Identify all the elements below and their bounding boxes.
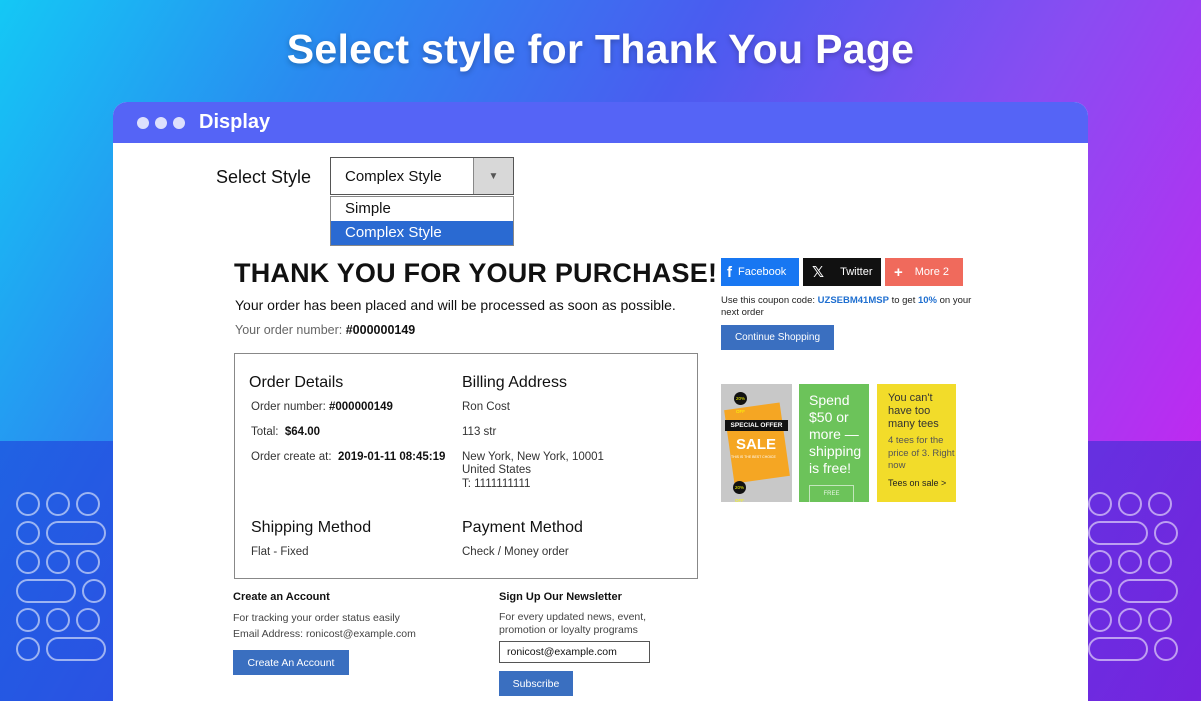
decorative-pattern-right [1088, 492, 1183, 666]
create-account-heading: Create an Account [233, 591, 330, 603]
x-logo-icon: 𝕏 [812, 264, 825, 281]
create-account-line2: Email Address: ronicost@example.com [233, 628, 416, 640]
order-details-heading: Order Details [249, 374, 344, 391]
billing-address-heading: Billing Address [462, 374, 567, 391]
create-account-line1: For tracking your order status easily [233, 612, 400, 624]
free-shipping-ad[interactable]: Spend $50 or more — shipping is free! FR… [799, 384, 869, 502]
decorative-pattern-left [16, 492, 111, 666]
thank-you-subtitle: Your order has been placed and will be p… [235, 297, 676, 313]
ad2-footer: FREE SHIPPING [809, 485, 854, 502]
select-style-label: Select Style [216, 167, 312, 187]
ad3-subtitle: 4 tees for the price of 3. Right now [888, 435, 955, 471]
more-share-button[interactable]: + More 2 [885, 258, 963, 286]
order-details-box: Order Details Order number: #000000149 T… [234, 353, 698, 579]
thank-you-title: THANK YOU FOR YOUR PURCHASE! [234, 258, 718, 288]
tees-sale-ad[interactable]: You can't have too many tees 4 tees for … [877, 384, 956, 502]
style-options-list: Simple Complex Style [330, 196, 514, 246]
window-dots [137, 116, 185, 129]
order-details-number: Order number: #000000149 [251, 401, 393, 413]
order-details-total: Total: $64.00 [251, 426, 321, 438]
order-number-label: Your order number: [235, 323, 343, 337]
order-details-created: Order create at: 2019-01-11 08:45:19 [251, 451, 446, 463]
display-window: Display Select Style Complex Style ▼ Sim… [113, 102, 1088, 701]
facebook-label: Facebook [738, 266, 787, 278]
window-title: Display [199, 111, 271, 133]
window-titlebar: Display [113, 102, 1088, 143]
shipping-method-heading: Shipping Method [251, 519, 372, 536]
more-label: More 2 [914, 266, 950, 278]
coupon-text: Use this coupon code: UZSEBM41MSP to get… [721, 295, 972, 318]
ad3-title: You can't have too many tees [888, 392, 939, 430]
ad-sale: SALE [736, 436, 777, 453]
order-number-value: #000000149 [345, 323, 416, 337]
continue-shopping-button[interactable]: Continue Shopping [721, 325, 834, 350]
payment-method-value: Check / Money order [462, 546, 569, 558]
payment-method-heading: Payment Method [462, 519, 583, 536]
coupon-percent: 10% [917, 295, 937, 306]
ad-special-offer: SPECIAL OFFER [725, 420, 788, 431]
billing-street: 113 str [462, 426, 497, 438]
plus-icon: + [894, 263, 903, 281]
display-content: Select Style Complex Style ▼ Simple Comp… [113, 143, 1088, 701]
billing-phone: T: 1111111111 [462, 478, 531, 490]
create-account-button[interactable]: Create An Account [233, 650, 349, 675]
ad3-cta: Tees on sale > [888, 477, 947, 488]
ad-badge-bottom: 20% OFF [733, 481, 746, 502]
billing-city: New York, New York, 10001 [462, 451, 604, 463]
chevron-down-icon[interactable]: ▼ [473, 158, 513, 194]
ad-badge-top: 20% OFF [734, 392, 747, 414]
billing-country: United States [462, 464, 532, 476]
ad2-text: Spend $50 or more — shipping is free! [809, 392, 862, 476]
special-offer-ad[interactable]: 20% OFF SPECIAL OFFER SALE THIS IS THE B… [721, 384, 792, 502]
newsletter-email-field[interactable]: ronicost@example.com [499, 641, 650, 663]
facebook-share-button[interactable]: f Facebook [721, 258, 799, 286]
coupon-code: UZSEBM41MSP [817, 295, 889, 306]
style-select-value: Complex Style [345, 167, 442, 185]
subscribe-button[interactable]: Subscribe [499, 671, 573, 696]
page-headline: Select style for Thank You Page [286, 26, 915, 72]
twitter-label: Twitter [840, 266, 873, 278]
ad-tagline: THIS IS THE BEST CHOICE [731, 455, 776, 459]
style-option-complex[interactable]: Complex Style [331, 221, 513, 245]
newsletter-line2: promotion or loyalty programs [499, 624, 638, 636]
facebook-icon: f [727, 263, 732, 281]
thank-you-order-line: Your order number: #000000149 [235, 323, 415, 337]
shipping-method-value: Flat - Fixed [251, 546, 309, 558]
billing-name: Ron Cost [462, 401, 510, 413]
style-option-simple[interactable]: Simple [331, 197, 513, 221]
style-select[interactable]: Complex Style ▼ [330, 157, 514, 195]
twitter-share-button[interactable]: 𝕏 Twitter [803, 258, 881, 286]
newsletter-heading: Sign Up Our Newsletter [499, 591, 622, 603]
